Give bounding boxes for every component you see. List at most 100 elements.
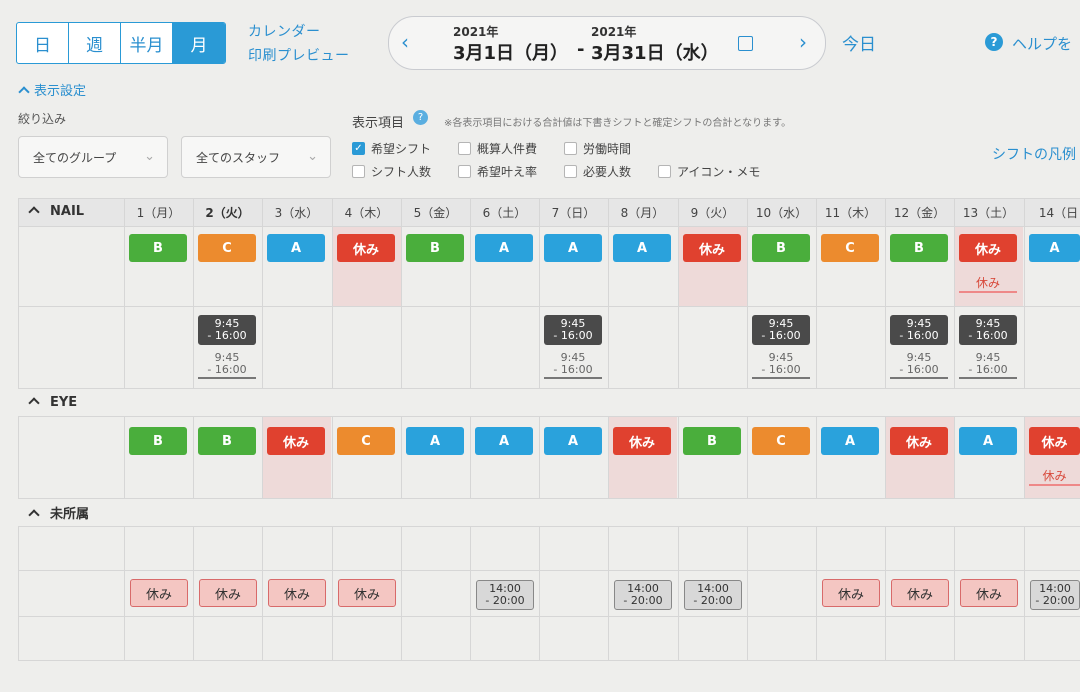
checkbox-icon <box>564 142 577 155</box>
day-off-request[interactable]: 休み <box>268 579 326 607</box>
grid-line <box>18 616 1080 617</box>
today-button[interactable]: 今日 <box>842 30 876 55</box>
grid-line <box>539 198 540 388</box>
shift-pill[interactable]: B <box>683 427 741 455</box>
shift-pill[interactable]: B <box>129 427 187 455</box>
shift-end: - 16:00 <box>899 363 939 376</box>
shift-pill[interactable]: A <box>1029 234 1080 262</box>
grid-line <box>608 198 609 388</box>
desired-day-off: 休み <box>1029 467 1080 486</box>
checkbox-shift-count[interactable]: シフト人数 <box>352 163 431 180</box>
shift-pill[interactable]: C <box>752 427 810 455</box>
shift-pill[interactable]: A <box>959 427 1017 455</box>
shift-pill[interactable]: A <box>267 234 325 262</box>
shift-time-request[interactable]: 14:00- 20:00 <box>476 580 534 610</box>
confirmed-shift-time[interactable]: 9:45- 16:00 <box>752 315 810 345</box>
shift-pill[interactable]: B <box>198 427 256 455</box>
shift-pill[interactable]: A <box>475 234 533 262</box>
confirmed-shift-time[interactable]: 9:45- 16:00 <box>544 315 602 345</box>
view-links: カレンダー 印刷プレビュー <box>248 20 350 68</box>
grid-line <box>539 416 540 498</box>
staff-select[interactable]: 全てのスタッフ ⌄ <box>181 136 331 178</box>
calendar-picker-icon[interactable] <box>738 36 753 51</box>
group-toggle-unassigned[interactable]: 未所属 <box>28 503 89 522</box>
confirmed-shift-time[interactable]: 9:45- 16:00 <box>198 315 256 345</box>
view-week-button[interactable]: 週 <box>69 23 121 63</box>
chevron-up-icon <box>18 86 30 98</box>
checkbox-fulfillment-rate[interactable]: 希望叶え率 <box>458 163 537 180</box>
shift-pill[interactable]: B <box>752 234 810 262</box>
day-off-request[interactable]: 休み <box>199 579 257 607</box>
grid-line <box>747 416 748 498</box>
prev-period-icon[interactable]: ‹ <box>401 30 409 54</box>
shift-pill[interactable]: A <box>544 427 602 455</box>
shift-end: - 16:00 <box>968 363 1008 376</box>
shift-pill[interactable]: 休み <box>1029 427 1080 455</box>
help-link[interactable]: ヘルプを <box>1012 33 1072 54</box>
confirmed-shift-time[interactable]: 9:45- 16:00 <box>890 315 948 345</box>
shift-pill[interactable]: A <box>544 234 602 262</box>
shift-pill[interactable]: 休み <box>890 427 948 455</box>
grid-line <box>954 526 955 660</box>
shift-time-request[interactable]: 14:00- 20:00 <box>1030 580 1080 610</box>
print-preview-link[interactable]: 印刷プレビュー <box>248 44 350 68</box>
day-header: 8（月） <box>620 206 665 220</box>
checkbox-label: 希望シフト <box>371 142 432 156</box>
view-day-button[interactable]: 日 <box>17 23 69 63</box>
day-header: 11（木） <box>824 206 877 220</box>
date-separator: - <box>577 39 585 60</box>
calendar-link[interactable]: カレンダー <box>248 20 350 44</box>
shift-end: - 16:00 <box>968 329 1008 342</box>
group-toggle-nail[interactable]: NAIL <box>28 204 84 219</box>
shift-time-request[interactable]: 14:00- 20:00 <box>684 580 742 610</box>
checkbox-required-count[interactable]: 必要人数 <box>564 163 631 180</box>
shift-time-request[interactable]: 14:00- 20:00 <box>614 580 672 610</box>
day-off-request[interactable]: 休み <box>891 579 949 607</box>
checkbox-label: アイコン・メモ <box>677 165 761 179</box>
shift-pill[interactable]: A <box>821 427 879 455</box>
view-month-button[interactable]: 月 <box>173 23 225 63</box>
day-off-request[interactable]: 休み <box>338 579 396 607</box>
shift-pill[interactable]: C <box>821 234 879 262</box>
end-year: 2021年 <box>591 25 637 39</box>
grid-line <box>124 526 125 660</box>
next-period-icon[interactable]: › <box>799 30 807 54</box>
shift-pill[interactable]: A <box>475 427 533 455</box>
shift-pill[interactable]: 休み <box>267 427 325 455</box>
shift-pill[interactable]: 休み <box>337 234 395 262</box>
shift-pill[interactable]: B <box>406 234 464 262</box>
chevron-up-icon <box>28 206 40 218</box>
day-off-request[interactable]: 休み <box>822 579 880 607</box>
checkbox-icon-memo[interactable]: アイコン・メモ <box>658 163 760 180</box>
confirmed-shift-time[interactable]: 9:45- 16:00 <box>959 315 1017 345</box>
chevron-down-icon: ⌄ <box>144 149 155 164</box>
shift-pill[interactable]: 休み <box>959 234 1017 262</box>
shift-pill[interactable]: B <box>129 234 187 262</box>
group-toggle-eye[interactable]: EYE <box>28 395 77 410</box>
help-icon[interactable]: ? <box>985 33 1003 51</box>
shift-pill[interactable]: A <box>613 234 671 262</box>
group-select[interactable]: 全てのグループ ⌄ <box>18 136 168 178</box>
info-icon[interactable]: ? <box>413 110 428 125</box>
day-header: 13（土） <box>962 206 1015 220</box>
shift-pill[interactable]: C <box>337 427 395 455</box>
checkbox-icon <box>658 165 671 178</box>
shift-pill[interactable]: 休み <box>683 234 741 262</box>
checkbox-desired-shift[interactable]: ✓ 希望シフト <box>352 140 431 157</box>
shift-pill[interactable]: C <box>198 234 256 262</box>
shift-end: - 20:00 <box>1035 594 1075 607</box>
day-off-request[interactable]: 休み <box>960 579 1018 607</box>
display-items-label: 表示項目 <box>352 116 405 131</box>
shift-end: - 16:00 <box>207 329 247 342</box>
checkbox-labor-cost[interactable]: 概算人件費 <box>458 140 537 157</box>
checkbox-work-hours[interactable]: 労働時間 <box>564 140 631 157</box>
shift-end: - 16:00 <box>761 329 801 342</box>
shift-pill[interactable]: 休み <box>613 427 671 455</box>
display-settings-toggle[interactable]: 表示設定 <box>18 80 86 99</box>
shift-legend-link[interactable]: シフトの凡例 <box>992 144 1076 164</box>
shift-pill[interactable]: B <box>890 234 948 262</box>
shift-pill[interactable]: A <box>406 427 464 455</box>
desired-shift-time: 9:45- 16:00 <box>752 352 810 379</box>
day-off-request[interactable]: 休み <box>130 579 188 607</box>
view-halfmonth-button[interactable]: 半月 <box>121 23 173 63</box>
